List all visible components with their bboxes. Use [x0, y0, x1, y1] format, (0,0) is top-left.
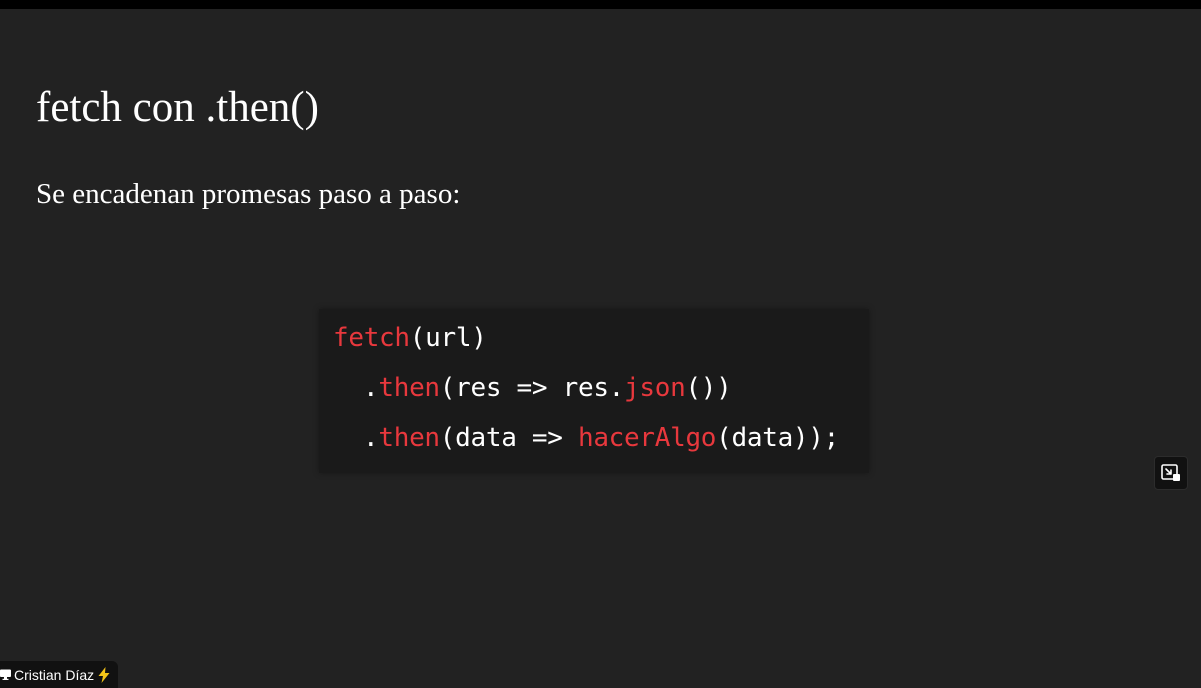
picture-in-picture-icon [1161, 464, 1180, 481]
code-token-then: then [378, 373, 440, 403]
screen-share-view: fetch con .then() Se encadenan promesas … [0, 0, 1201, 688]
code-token: (data)); [716, 423, 839, 453]
lightning-bolt-icon [97, 666, 111, 683]
code-line-1: fetch(url) [333, 313, 869, 363]
code-token: (url) [409, 323, 487, 353]
code-token-fetch: fetch [333, 323, 410, 353]
code-token: (res => res. [439, 373, 625, 403]
code-token: ()) [685, 373, 732, 403]
code-token-hacer-algo: hacerAlgo [577, 423, 717, 453]
code-line-3: .then(data => hacerAlgo(data)); [333, 413, 869, 463]
code-snippet: fetch(url) .then(res => res.json()) .the… [319, 309, 869, 473]
presenter-name: Cristian Díaz [14, 666, 95, 683]
code-token-json: json [624, 373, 686, 403]
code-token: . [363, 423, 379, 453]
code-token-then: then [378, 423, 440, 453]
slide-subtitle: Se encadenan promesas paso a paso: [36, 178, 461, 210]
slide-title: fetch con .then() [36, 84, 319, 131]
code-token: (data => [439, 423, 578, 453]
presenter-label: Cristian Díaz [0, 661, 119, 688]
code-line-2: .then(res => res.json()) [333, 363, 869, 413]
screen-share-icon [0, 669, 11, 680]
pip-toggle-button[interactable] [1154, 456, 1188, 490]
top-bar [0, 0, 1201, 9]
code-token: . [363, 373, 379, 403]
